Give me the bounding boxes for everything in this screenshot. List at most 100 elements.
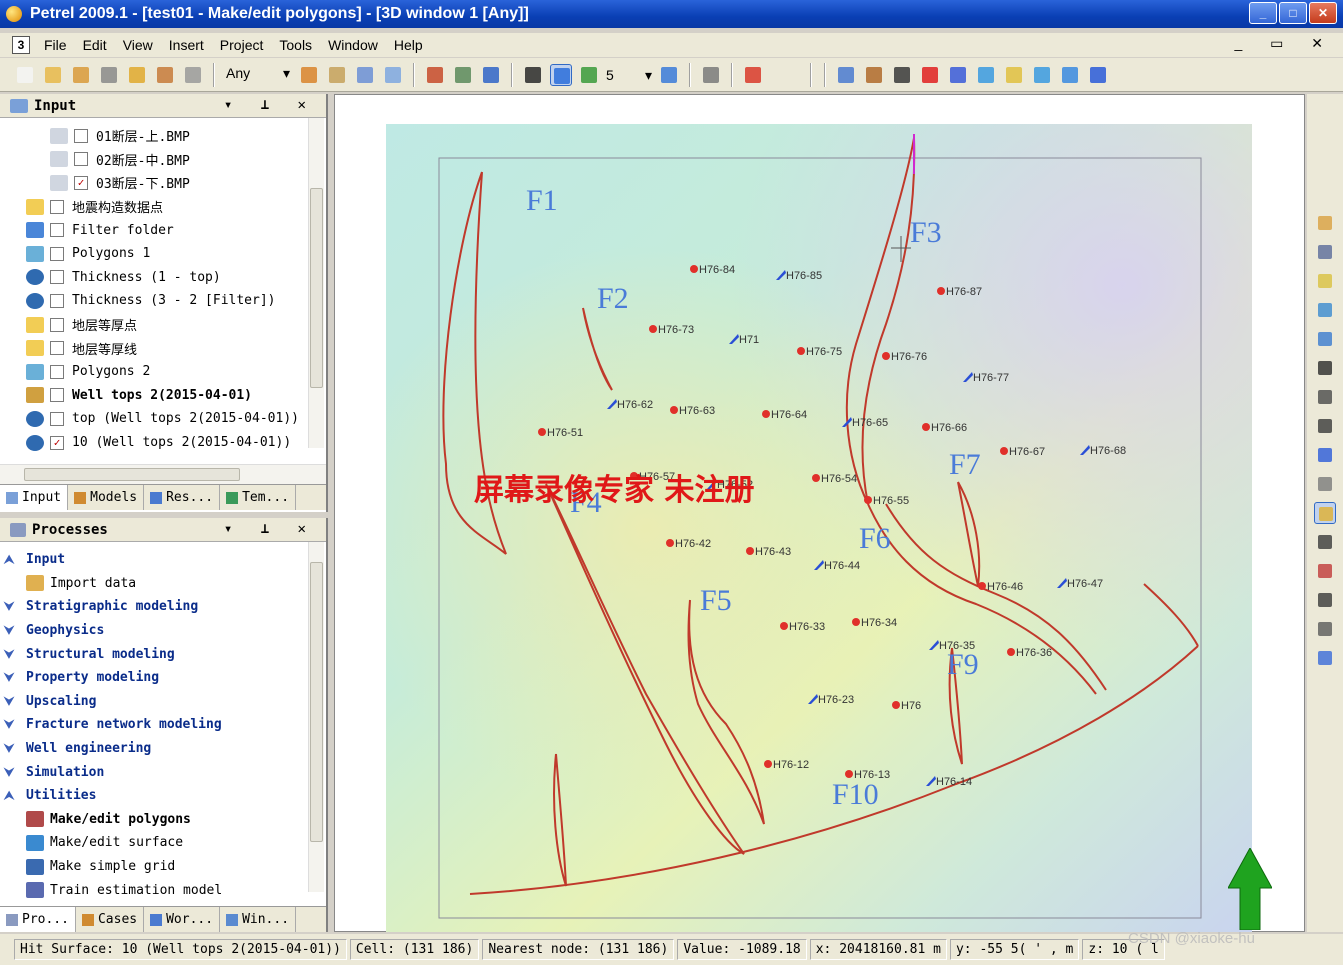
process-group-input[interactable]: ⮝ Input [0, 548, 326, 572]
edit-icon[interactable] [326, 64, 348, 86]
map-canvas[interactable]: F1 F2 F3 F4 F5 F6 F7 F9 F10 H76-84H76-87… [386, 124, 1252, 932]
rectangle-icon[interactable] [1059, 64, 1081, 86]
open-icon[interactable] [42, 64, 64, 86]
tree-item[interactable]: 地层等厚点 [0, 313, 326, 337]
polygon-icon[interactable] [891, 64, 913, 86]
checkbox-checked[interactable]: ✓ [74, 175, 88, 190]
mdi-controls[interactable]: _ ▭ ✕ [1234, 35, 1335, 52]
checkbox[interactable] [50, 270, 64, 285]
process-group-upscaling[interactable]: ⮟ Upscaling [0, 690, 326, 714]
pen-icon[interactable] [1314, 618, 1336, 640]
select-mode-icon[interactable] [550, 63, 572, 86]
pointer-add-icon[interactable] [1314, 531, 1336, 553]
tree-item[interactable]: 地层等厚线 [0, 336, 326, 360]
tab-templates[interactable]: Tem... [220, 485, 297, 510]
ruler-icon[interactable] [1314, 270, 1336, 292]
tree-item[interactable]: Thickness (3 - 2 [Filter]) [0, 289, 326, 313]
line-icon[interactable] [1031, 64, 1053, 86]
legend-icon[interactable] [658, 64, 680, 86]
copy-window-icon[interactable] [382, 64, 404, 86]
select-arrow-icon[interactable] [1314, 357, 1336, 379]
box-icon[interactable] [480, 64, 502, 86]
checkbox[interactable] [50, 293, 64, 308]
process-group-well-engineering[interactable]: ⮟ Well engineering [0, 737, 326, 761]
surface-tool-icon[interactable] [1314, 299, 1336, 321]
scrollbar-thumb[interactable] [310, 562, 323, 842]
tab-workflows[interactable]: Wor... [144, 907, 221, 932]
tree-item[interactable]: 01断层-上.BMP [0, 124, 326, 148]
maximize-button[interactable]: □ [1279, 2, 1307, 24]
menu-view[interactable]: View [115, 37, 161, 53]
checkbox-checked[interactable]: ✓ [50, 435, 64, 450]
process-group-structural[interactable]: ⮟ Structural modeling [0, 642, 326, 666]
checkbox[interactable] [74, 128, 88, 143]
menu-edit[interactable]: Edit [75, 37, 115, 53]
tree-item[interactable]: ✓ 03断层-下.BMP [0, 171, 326, 195]
delete-icon[interactable] [919, 64, 941, 86]
checkbox[interactable] [50, 364, 64, 379]
insert-icon[interactable] [298, 64, 320, 86]
tree-item[interactable]: Thickness (1 - top) [0, 266, 326, 290]
tab-cases[interactable]: Cases [76, 907, 145, 932]
menu-tools[interactable]: Tools [271, 37, 320, 53]
menu-file[interactable]: File [36, 37, 75, 53]
select-points-icon[interactable] [1314, 386, 1336, 408]
close-button[interactable]: ✕ [1309, 2, 1337, 24]
tree-item[interactable]: ✓ 10 (Well tops 2(2015-04-01)) [0, 431, 326, 455]
save-icon[interactable] [126, 64, 148, 86]
process-group-stratigraphic[interactable]: ⮟ Stratigraphic modeling [0, 595, 326, 619]
minimize-button[interactable]: _ [1249, 2, 1277, 24]
tab-windows[interactable]: Win... [220, 907, 297, 932]
process-group-geophysics[interactable]: ⮟ Geophysics [0, 619, 326, 643]
menu-insert[interactable]: Insert [161, 37, 212, 53]
checkbox[interactable] [50, 199, 64, 214]
tab-models[interactable]: Models [68, 485, 145, 510]
process-group-fracture[interactable]: ⮟ Fracture network modeling [0, 713, 326, 737]
cut-icon[interactable] [1314, 589, 1336, 611]
tab-processes[interactable]: Pro... [0, 907, 76, 932]
add-points-icon[interactable] [1314, 502, 1336, 524]
tree-item[interactable]: Polygons 2 [0, 360, 326, 384]
tree-item[interactable]: Polygons 1 [0, 242, 326, 266]
tree-item[interactable]: 02断层-中.BMP [0, 148, 326, 172]
tree-item[interactable]: Filter folder [0, 218, 326, 242]
panel-controls[interactable]: ▾ ⊥ ✕ [224, 521, 316, 537]
process-group-simulation[interactable]: ⮟ Simulation [0, 760, 326, 784]
crosshair-icon[interactable] [522, 64, 544, 86]
panel-controls[interactable]: ▾ ⊥ ✕ [224, 97, 316, 113]
counter-icon[interactable] [863, 64, 885, 86]
open-project-icon[interactable] [70, 64, 92, 86]
pan-hand-icon[interactable] [1314, 212, 1336, 234]
processes-vertical-scrollbar[interactable] [308, 542, 324, 892]
connect-points-icon[interactable] [947, 64, 969, 86]
process-import-data[interactable]: Import data [0, 572, 326, 596]
checkbox[interactable] [74, 152, 88, 167]
point-icon[interactable] [1003, 64, 1025, 86]
connect-icon[interactable] [1314, 647, 1336, 669]
domain-select[interactable]: Any ▾ [224, 65, 292, 85]
z-scale-select[interactable]: 5 ▾ [606, 67, 652, 83]
input-vertical-scrollbar[interactable] [308, 118, 324, 448]
zoom-icon[interactable] [1314, 241, 1336, 263]
tree-item[interactable]: Well tops 2(2015-04-01) [0, 384, 326, 408]
tab-results[interactable]: Res... [144, 485, 221, 510]
process-group-utilities[interactable]: ⮝ Utilities [0, 784, 326, 808]
pointer-remove-icon[interactable] [1314, 560, 1336, 582]
process-make-edit-polygons[interactable]: Make/edit polygons [0, 808, 326, 832]
checkbox[interactable] [50, 317, 64, 332]
checkbox[interactable] [50, 411, 64, 426]
menu-help[interactable]: Help [386, 37, 431, 53]
plane-tool-icon[interactable] [1314, 328, 1336, 350]
redo-icon[interactable] [1314, 473, 1336, 495]
checkbox[interactable] [50, 388, 64, 403]
undo-icon[interactable] [1314, 444, 1336, 466]
move-points-icon[interactable] [1314, 415, 1336, 437]
process-train-estimation[interactable]: Train estimation model [0, 878, 326, 902]
mdi-window-icon[interactable]: 3 [12, 36, 30, 54]
process-group-property[interactable]: ⮟ Property modeling [0, 666, 326, 690]
process-make-edit-surface[interactable]: Make/edit surface [0, 831, 326, 855]
checkbox[interactable] [50, 223, 64, 238]
axis-icon[interactable] [700, 64, 722, 86]
view-all-icon[interactable] [452, 64, 474, 86]
scrollbar-thumb[interactable] [24, 468, 240, 481]
